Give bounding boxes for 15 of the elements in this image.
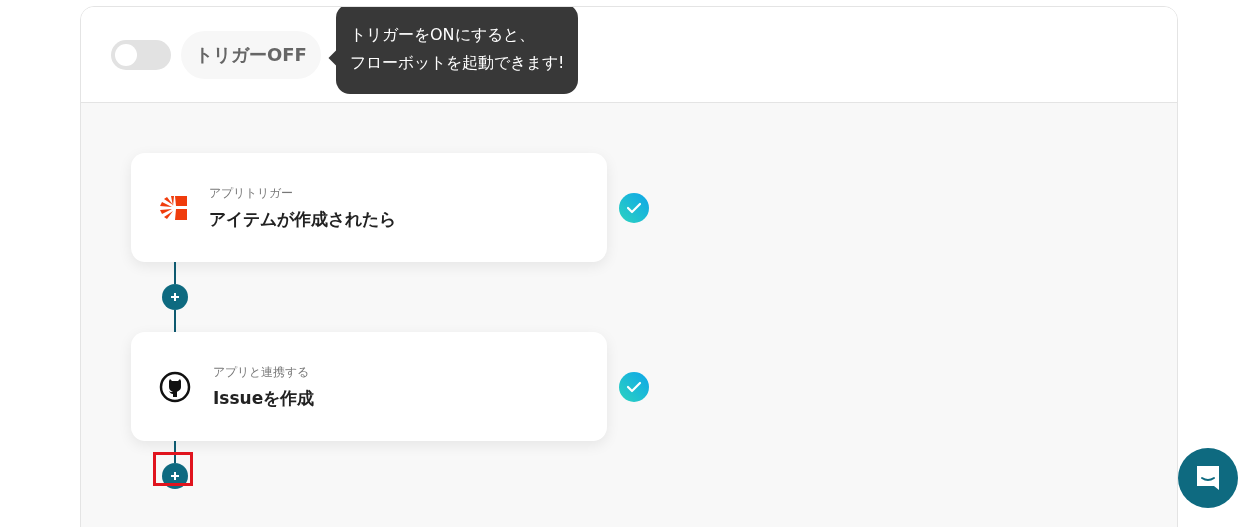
step-card[interactable]: アプリトリガー アイテムが作成されたら	[131, 153, 607, 262]
trigger-toggle[interactable]	[111, 39, 171, 70]
chat-button[interactable]	[1178, 448, 1238, 508]
plus-icon	[170, 292, 180, 302]
step-title: Issueを作成	[213, 386, 315, 410]
asterisk-logo-icon	[159, 193, 187, 222]
plus-icon	[170, 471, 180, 481]
step-card[interactable]: アプリと連携する Issueを作成	[131, 332, 607, 441]
add-step-button[interactable]	[162, 284, 188, 310]
trigger-status: トリガーOFF	[181, 30, 321, 79]
tooltip: トリガーをONにすると、 フローボットを起動できます!	[336, 7, 579, 94]
step-title: アイテムが作成されたら	[209, 207, 396, 231]
step-type: アプリトリガー	[209, 184, 294, 202]
step-type: アプリと連携する	[213, 363, 310, 381]
cat-logo-icon	[159, 370, 191, 403]
